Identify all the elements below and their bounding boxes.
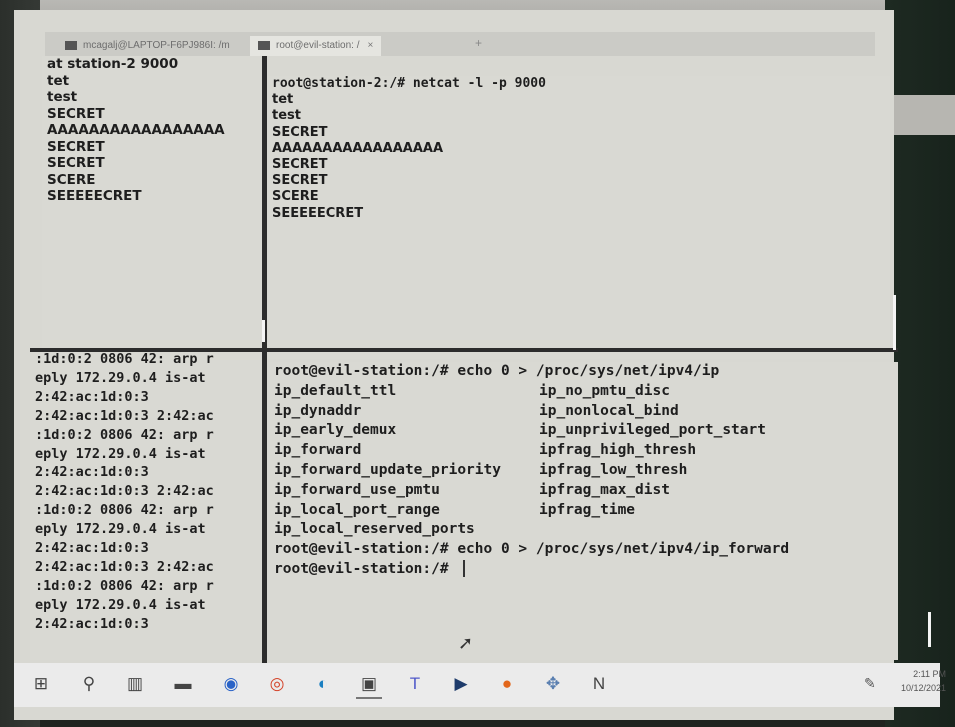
completion-item: ipfrag_max_dist bbox=[539, 481, 670, 498]
terminal-line: :1d:0:2 0806 42: arp r bbox=[35, 426, 214, 443]
search-icon[interactable]: ⚲ bbox=[76, 671, 102, 697]
new-tab-button[interactable]: + bbox=[475, 36, 482, 50]
terminal-line: SECRET bbox=[47, 105, 105, 122]
task-view-icon[interactable]: ▥ bbox=[122, 671, 148, 697]
tab-evil-station[interactable]: root@evil-station: / × bbox=[250, 36, 382, 56]
teams-icon[interactable]: T bbox=[402, 671, 428, 697]
terminal-line: SECRET bbox=[272, 124, 328, 140]
linux-terminal-icon bbox=[65, 40, 77, 50]
completion-item: ipfrag_time bbox=[539, 501, 636, 518]
pen-icon[interactable]: ✎ bbox=[864, 675, 876, 692]
edge-icon[interactable]: ◐ bbox=[310, 671, 336, 697]
terminal-line: eply 172.29.0.4 is-at bbox=[35, 596, 206, 613]
clock[interactable]: 2:11 PM 10/12/2021 bbox=[886, 663, 946, 695]
jetbrains-icon[interactable]: ✥ bbox=[540, 671, 566, 697]
clock-date: 10/12/2021 bbox=[900, 683, 946, 693]
terminal-line: at station-2 9000 bbox=[47, 56, 179, 72]
terminal-command-line: root@station-2:/# netcat -l -p 9000 bbox=[272, 76, 546, 91]
terminal-line: eply 172.29.0.4 is-at bbox=[35, 445, 206, 462]
pane-divider-vertical[interactable] bbox=[262, 56, 267, 663]
completion-item: ip_local_port_range bbox=[274, 501, 440, 518]
pane-divider-horizontal[interactable] bbox=[30, 348, 898, 352]
completion-item: ipfrag_low_thresh bbox=[539, 461, 688, 478]
terminal-line: SCERE bbox=[47, 171, 96, 188]
terminal-line: AAAAAAAAAAAAAAAAA bbox=[47, 122, 225, 138]
close-icon[interactable]: × bbox=[368, 40, 374, 51]
terminal-line: test bbox=[47, 89, 78, 105]
terminal-line: eply 172.29.0.4 is-at bbox=[35, 521, 206, 538]
terminal-pane-top-left[interactable]: at station-2 9000 tet test SECRET AAAAAA… bbox=[42, 56, 262, 349]
board-strip bbox=[885, 95, 955, 135]
completion-item: ip_forward bbox=[274, 442, 362, 459]
firefox-icon[interactable]: ◉ bbox=[218, 671, 244, 697]
terminal-prompt: root@evil-station:/# bbox=[274, 560, 458, 577]
terminal-pane-bottom-right[interactable]: root@evil-station:/# echo 0 > /proc/sys/… bbox=[268, 362, 898, 660]
clock-time: 2:11 PM bbox=[913, 669, 946, 679]
terminal-pane-top-right[interactable]: root@station-2:/# netcat -l -p 9000 tet … bbox=[268, 76, 890, 359]
terminal-line: 2:42:ac:1d:0:3 2:42:ac bbox=[35, 407, 214, 424]
terminal-line: :1d:0:2 0806 42: arp r bbox=[35, 577, 214, 594]
terminal-command-line: root@evil-station:/# echo 0 > /proc/sys/… bbox=[274, 363, 720, 379]
tab-label: root@evil-station: / bbox=[276, 40, 360, 51]
completion-item: ip_unprivileged_port_start bbox=[539, 422, 766, 439]
terminal-line: 2:42:ac:1d:0:3 2:42:ac bbox=[35, 558, 214, 575]
terminal-command-line: root@evil-station:/# echo 0 > /proc/sys/… bbox=[274, 541, 790, 558]
terminal-line: 2:42:ac:1d:0:3 bbox=[35, 388, 149, 405]
terminal-pane-bottom-left[interactable]: :1d:0:2 0806 42: arp r eply 172.29.0.4 i… bbox=[30, 350, 262, 660]
completion-item: ip_local_reserved_ports bbox=[274, 521, 475, 538]
terminal-line: test bbox=[272, 108, 301, 124]
tab-label: mcagalj@LAPTOP-F6PJ986I: /m bbox=[83, 40, 230, 51]
terminal-line: tet bbox=[272, 92, 294, 108]
terminal-line: SECRET bbox=[47, 138, 105, 155]
terminal-prompt-line[interactable]: root@evil-station:/# bbox=[268, 560, 898, 580]
terminal-line: 2:42:ac:1d:0:3 2:42:ac bbox=[35, 483, 214, 500]
tab-bar: mcagalj@LAPTOP-F6PJ986I: /m root@evil-st… bbox=[45, 32, 875, 56]
completion-item: ipfrag_high_thresh bbox=[539, 442, 697, 459]
tab-completion-list: ip_default_ttl ip_dynaddr ip_early_demux… bbox=[268, 382, 898, 540]
completion-item: ip_no_pmtu_disc bbox=[539, 382, 670, 399]
terminal-line: 2:42:ac:1d:0:3 bbox=[35, 464, 149, 481]
completion-item: ip_default_ttl bbox=[274, 382, 397, 399]
terminal-icon bbox=[258, 40, 270, 50]
terminal-line: SECRET bbox=[47, 155, 105, 171]
completion-item: ip_early_demux bbox=[274, 422, 397, 439]
text-cursor bbox=[463, 560, 466, 578]
chrome-icon[interactable]: ◎ bbox=[264, 671, 290, 697]
scrollbar[interactable] bbox=[928, 612, 931, 647]
notion-icon[interactable]: N bbox=[586, 671, 612, 697]
terminal-line: SECRET bbox=[272, 173, 328, 189]
terminal-line: :1d:0:2 0806 42: arp r bbox=[35, 502, 214, 519]
terminal-line: SEEEEECRET bbox=[47, 188, 142, 204]
file-explorer-icon[interactable]: ▬ bbox=[170, 671, 196, 697]
terminal-line: SEEEEECRET bbox=[272, 205, 364, 221]
completion-item: ip_dynaddr bbox=[274, 402, 362, 419]
completion-column: ip_no_pmtu_disc ip_nonlocal_bind ip_unpr… bbox=[533, 382, 766, 540]
terminal-line: AAAAAAAAAAAAAAAAA bbox=[272, 140, 444, 156]
terminal-line: SECRET bbox=[272, 157, 328, 173]
terminal-line: tet bbox=[47, 72, 70, 89]
tab-wsl[interactable]: mcagalj@LAPTOP-F6PJ986I: /m bbox=[57, 36, 238, 56]
scrollbar[interactable] bbox=[262, 320, 265, 342]
terminal-line: 2:42:ac:1d:0:3 bbox=[35, 540, 149, 557]
terminal-line: SCERE bbox=[272, 189, 319, 205]
terminal-line: :1d:0:2 0806 42: arp r bbox=[35, 351, 214, 367]
windows-start-icon[interactable]: ⊞ bbox=[28, 671, 54, 697]
completion-item: ip_forward_update_priority bbox=[274, 461, 501, 478]
powershell-icon[interactable]: ▶ bbox=[448, 671, 474, 697]
terminal-line: eply 172.29.0.4 is-at bbox=[35, 369, 206, 386]
scrollbar[interactable] bbox=[893, 295, 896, 350]
mouse-pointer-icon: ➚ bbox=[458, 633, 474, 653]
completion-item: ip_nonlocal_bind bbox=[539, 402, 679, 419]
firefox-dev-icon[interactable]: ● bbox=[494, 671, 520, 697]
terminal-icon[interactable]: ▣ bbox=[356, 671, 382, 699]
taskbar: ⊞ ⚲ ▥ ▬ ◉ ◎ ◐ ▣ T ▶ ● ✥ N ✎ 2:11 PM 10/1… bbox=[14, 663, 946, 707]
terminal-line: 2:42:ac:1d:0:3 bbox=[35, 615, 149, 632]
completion-item: ip_forward_use_pmtu bbox=[274, 481, 440, 498]
completion-column: ip_default_ttl ip_dynaddr ip_early_demux… bbox=[268, 382, 533, 540]
